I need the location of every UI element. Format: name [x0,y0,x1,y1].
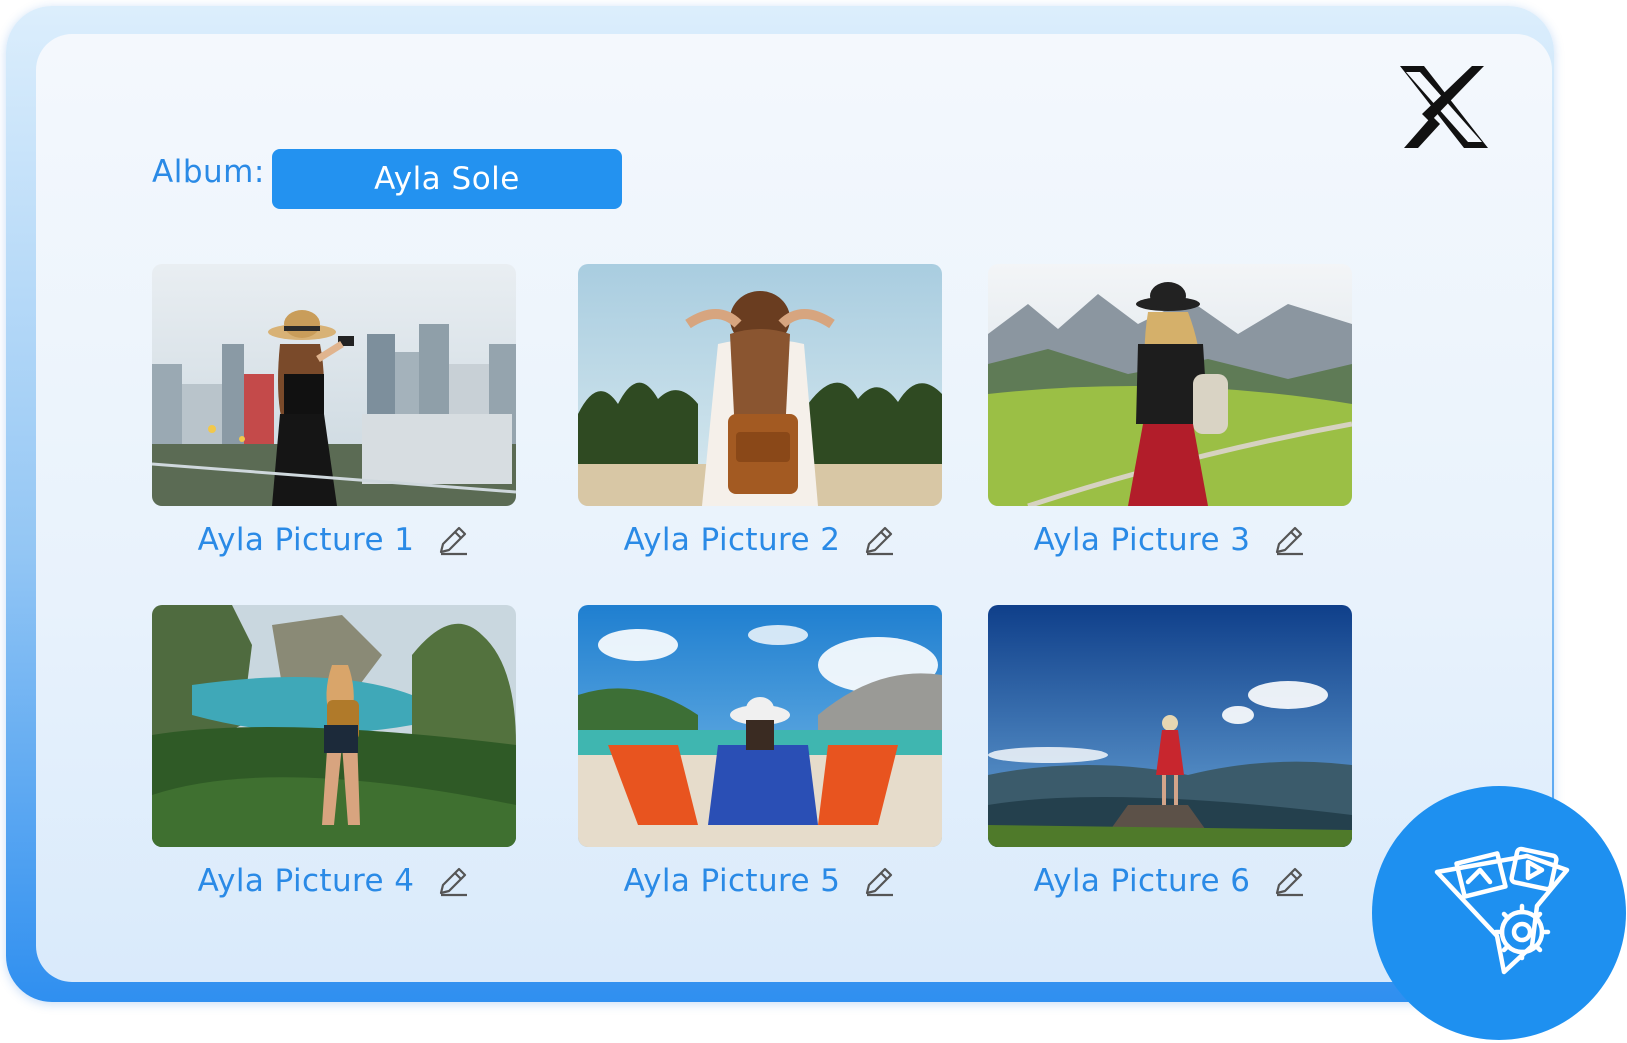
picture-title-2: Ayla Picture 2 [623,522,841,558]
picture-thumbnail-3[interactable] [988,264,1352,506]
picture-caption-1: Ayla Picture 1 [152,522,516,558]
picture-thumbnail-6[interactable] [988,605,1352,847]
picture-caption-3: Ayla Picture 3 [988,522,1352,558]
edit-pencil-icon[interactable] [436,523,470,557]
picture-card-4: Ayla Picture 4 [152,605,516,899]
picture-caption-4: Ayla Picture 4 [152,863,516,899]
edit-pencil-icon[interactable] [862,864,896,898]
picture-caption-6: Ayla Picture 6 [988,863,1352,899]
picture-card-6: Ayla Picture 6 [988,605,1352,899]
media-funnel-settings-icon [1434,846,1570,975]
picture-title-4: Ayla Picture 4 [197,863,415,899]
picture-title-6: Ayla Picture 6 [1033,863,1251,899]
edit-pencil-icon[interactable] [1272,864,1306,898]
edit-pencil-icon[interactable] [1272,523,1306,557]
picture-card-1: Ayla Picture 1 [152,264,516,558]
close-x-icon[interactable] [1400,66,1488,148]
picture-card-5: Ayla Picture 5 [578,605,942,899]
picture-card-3: Ayla Picture 3 [988,264,1352,558]
picture-thumbnail-2[interactable] [578,264,942,506]
picture-card-2: Ayla Picture 2 [578,264,942,558]
picture-thumbnail-1[interactable] [152,264,516,506]
picture-title-3: Ayla Picture 3 [1033,522,1251,558]
album-name-field[interactable]: Ayla Sole [272,149,622,209]
picture-thumbnail-4[interactable] [152,605,516,847]
picture-caption-2: Ayla Picture 2 [578,522,942,558]
picture-caption-5: Ayla Picture 5 [578,863,942,899]
edit-pencil-icon[interactable] [436,864,470,898]
album-label: Album: [152,154,265,190]
picture-thumbnail-5[interactable] [578,605,942,847]
edit-pencil-icon[interactable] [862,523,896,557]
picture-title-5: Ayla Picture 5 [623,863,841,899]
picture-title-1: Ayla Picture 1 [197,522,415,558]
media-converter-button[interactable] [1372,786,1626,1040]
